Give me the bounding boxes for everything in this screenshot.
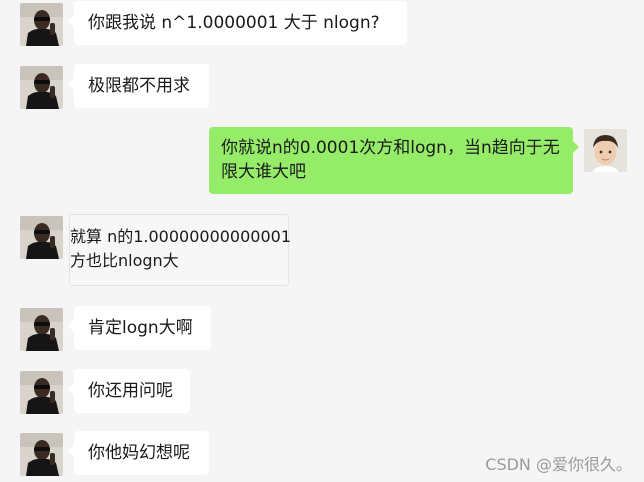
- message-text-line: 方也比nlogn大: [70, 251, 179, 270]
- avatar-man-sunglasses-icon: [20, 308, 63, 351]
- message-text: 你就说n的0.0001次方和logn，当n趋向于无限大谁大吧: [221, 138, 560, 182]
- message-bubble[interactable]: 就算 n的1.00000000000001 方也比nlogn大: [69, 214, 292, 286]
- watermark: CSDN @爱你很久。: [485, 455, 632, 474]
- message-text: 极限都不用求: [88, 76, 190, 96]
- message-bubble-self[interactable]: 你就说n的0.0001次方和logn，当n趋向于无限大谁大吧: [209, 127, 579, 194]
- other-avatar[interactable]: [20, 66, 63, 109]
- avatar-man-sunglasses-icon: [20, 66, 63, 109]
- message-text: 你他妈幻想呢: [88, 443, 190, 463]
- message-bubble[interactable]: 极限都不用求: [68, 64, 209, 108]
- message-bubble[interactable]: 肯定logn大啊: [68, 306, 211, 350]
- message-text-line: 就算 n的1.00000000000001: [70, 227, 292, 246]
- other-avatar[interactable]: [20, 308, 63, 351]
- avatar-child-icon: [584, 129, 627, 172]
- avatar-man-sunglasses-icon: [20, 216, 63, 259]
- self-avatar[interactable]: [584, 129, 627, 172]
- message-text: 你跟我说 n^1.0000001 大于 nlogn?: [88, 13, 380, 33]
- other-avatar[interactable]: [20, 3, 63, 46]
- message-bubble[interactable]: 你他妈幻想呢: [68, 431, 209, 475]
- message-text: 你还用问呢: [88, 381, 173, 401]
- other-avatar[interactable]: [20, 371, 63, 414]
- avatar-man-sunglasses-icon: [20, 371, 63, 414]
- other-avatar[interactable]: [20, 433, 63, 476]
- message-bubble[interactable]: 你还用问呢: [68, 369, 190, 413]
- avatar-man-sunglasses-icon: [20, 433, 63, 476]
- other-avatar[interactable]: [20, 216, 63, 259]
- avatar-man-sunglasses-icon: [20, 3, 63, 46]
- message-bubble[interactable]: 你跟我说 n^1.0000001 大于 nlogn?: [68, 1, 407, 45]
- message-text: 肯定logn大啊: [88, 318, 193, 338]
